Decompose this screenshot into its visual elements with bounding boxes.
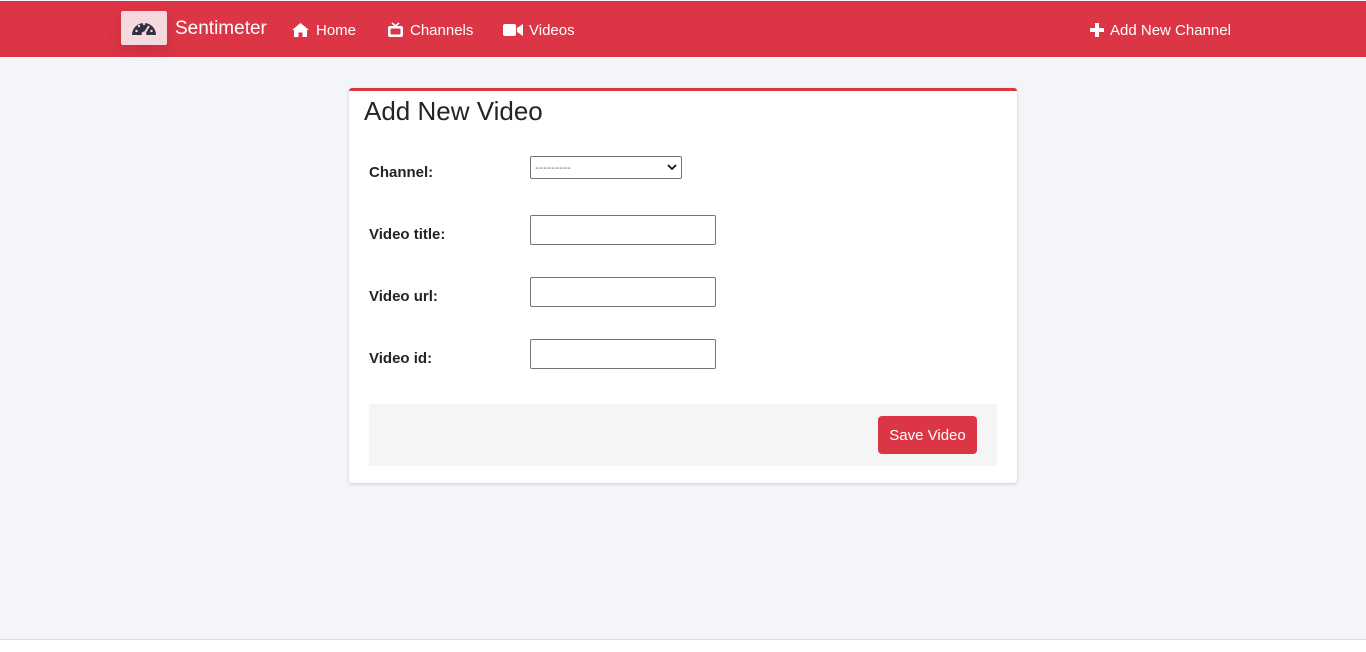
channel-label: Channel: [369, 164, 434, 181]
brand-logo[interactable] [121, 11, 167, 45]
nav-videos-link[interactable]: Videos [503, 19, 575, 41]
video-url-label: Video url: [369, 288, 438, 305]
video-title-input[interactable] [530, 215, 716, 245]
channel-select-value: --------- [535, 161, 571, 174]
plus-icon [1090, 23, 1104, 37]
form-actions-bar: Save Video [369, 404, 997, 466]
save-video-button[interactable]: Save Video [878, 416, 977, 454]
chevron-down-icon [667, 161, 677, 174]
video-camera-icon [503, 23, 523, 37]
add-new-channel-link[interactable]: Add New Channel [1090, 19, 1231, 41]
top-navbar: Sentimeter Home Channels Videos Add New … [0, 1, 1366, 57]
nav-channels-link[interactable]: Channels [387, 19, 473, 41]
brand-name[interactable]: Sentimeter [175, 17, 267, 41]
nav-home-link[interactable]: Home [291, 19, 356, 41]
nav-videos-label: Videos [529, 21, 575, 39]
page-footer [0, 640, 1366, 652]
add-video-card: Add New Video Channel: --------- Video t… [349, 88, 1017, 483]
page-title: Add New Video [364, 96, 543, 126]
nav-home-label: Home [316, 21, 357, 39]
video-url-input[interactable] [530, 277, 716, 307]
nav-channels-label: Channels [410, 21, 474, 39]
channel-select[interactable]: --------- [530, 156, 682, 179]
tv-icon [387, 22, 404, 38]
video-id-label: Video id: [369, 350, 433, 367]
home-icon [291, 22, 310, 38]
speedometer-icon [132, 22, 156, 37]
video-title-label: Video title: [369, 226, 446, 243]
video-id-input[interactable] [530, 339, 716, 369]
add-new-channel-label: Add New Channel [1110, 21, 1231, 39]
